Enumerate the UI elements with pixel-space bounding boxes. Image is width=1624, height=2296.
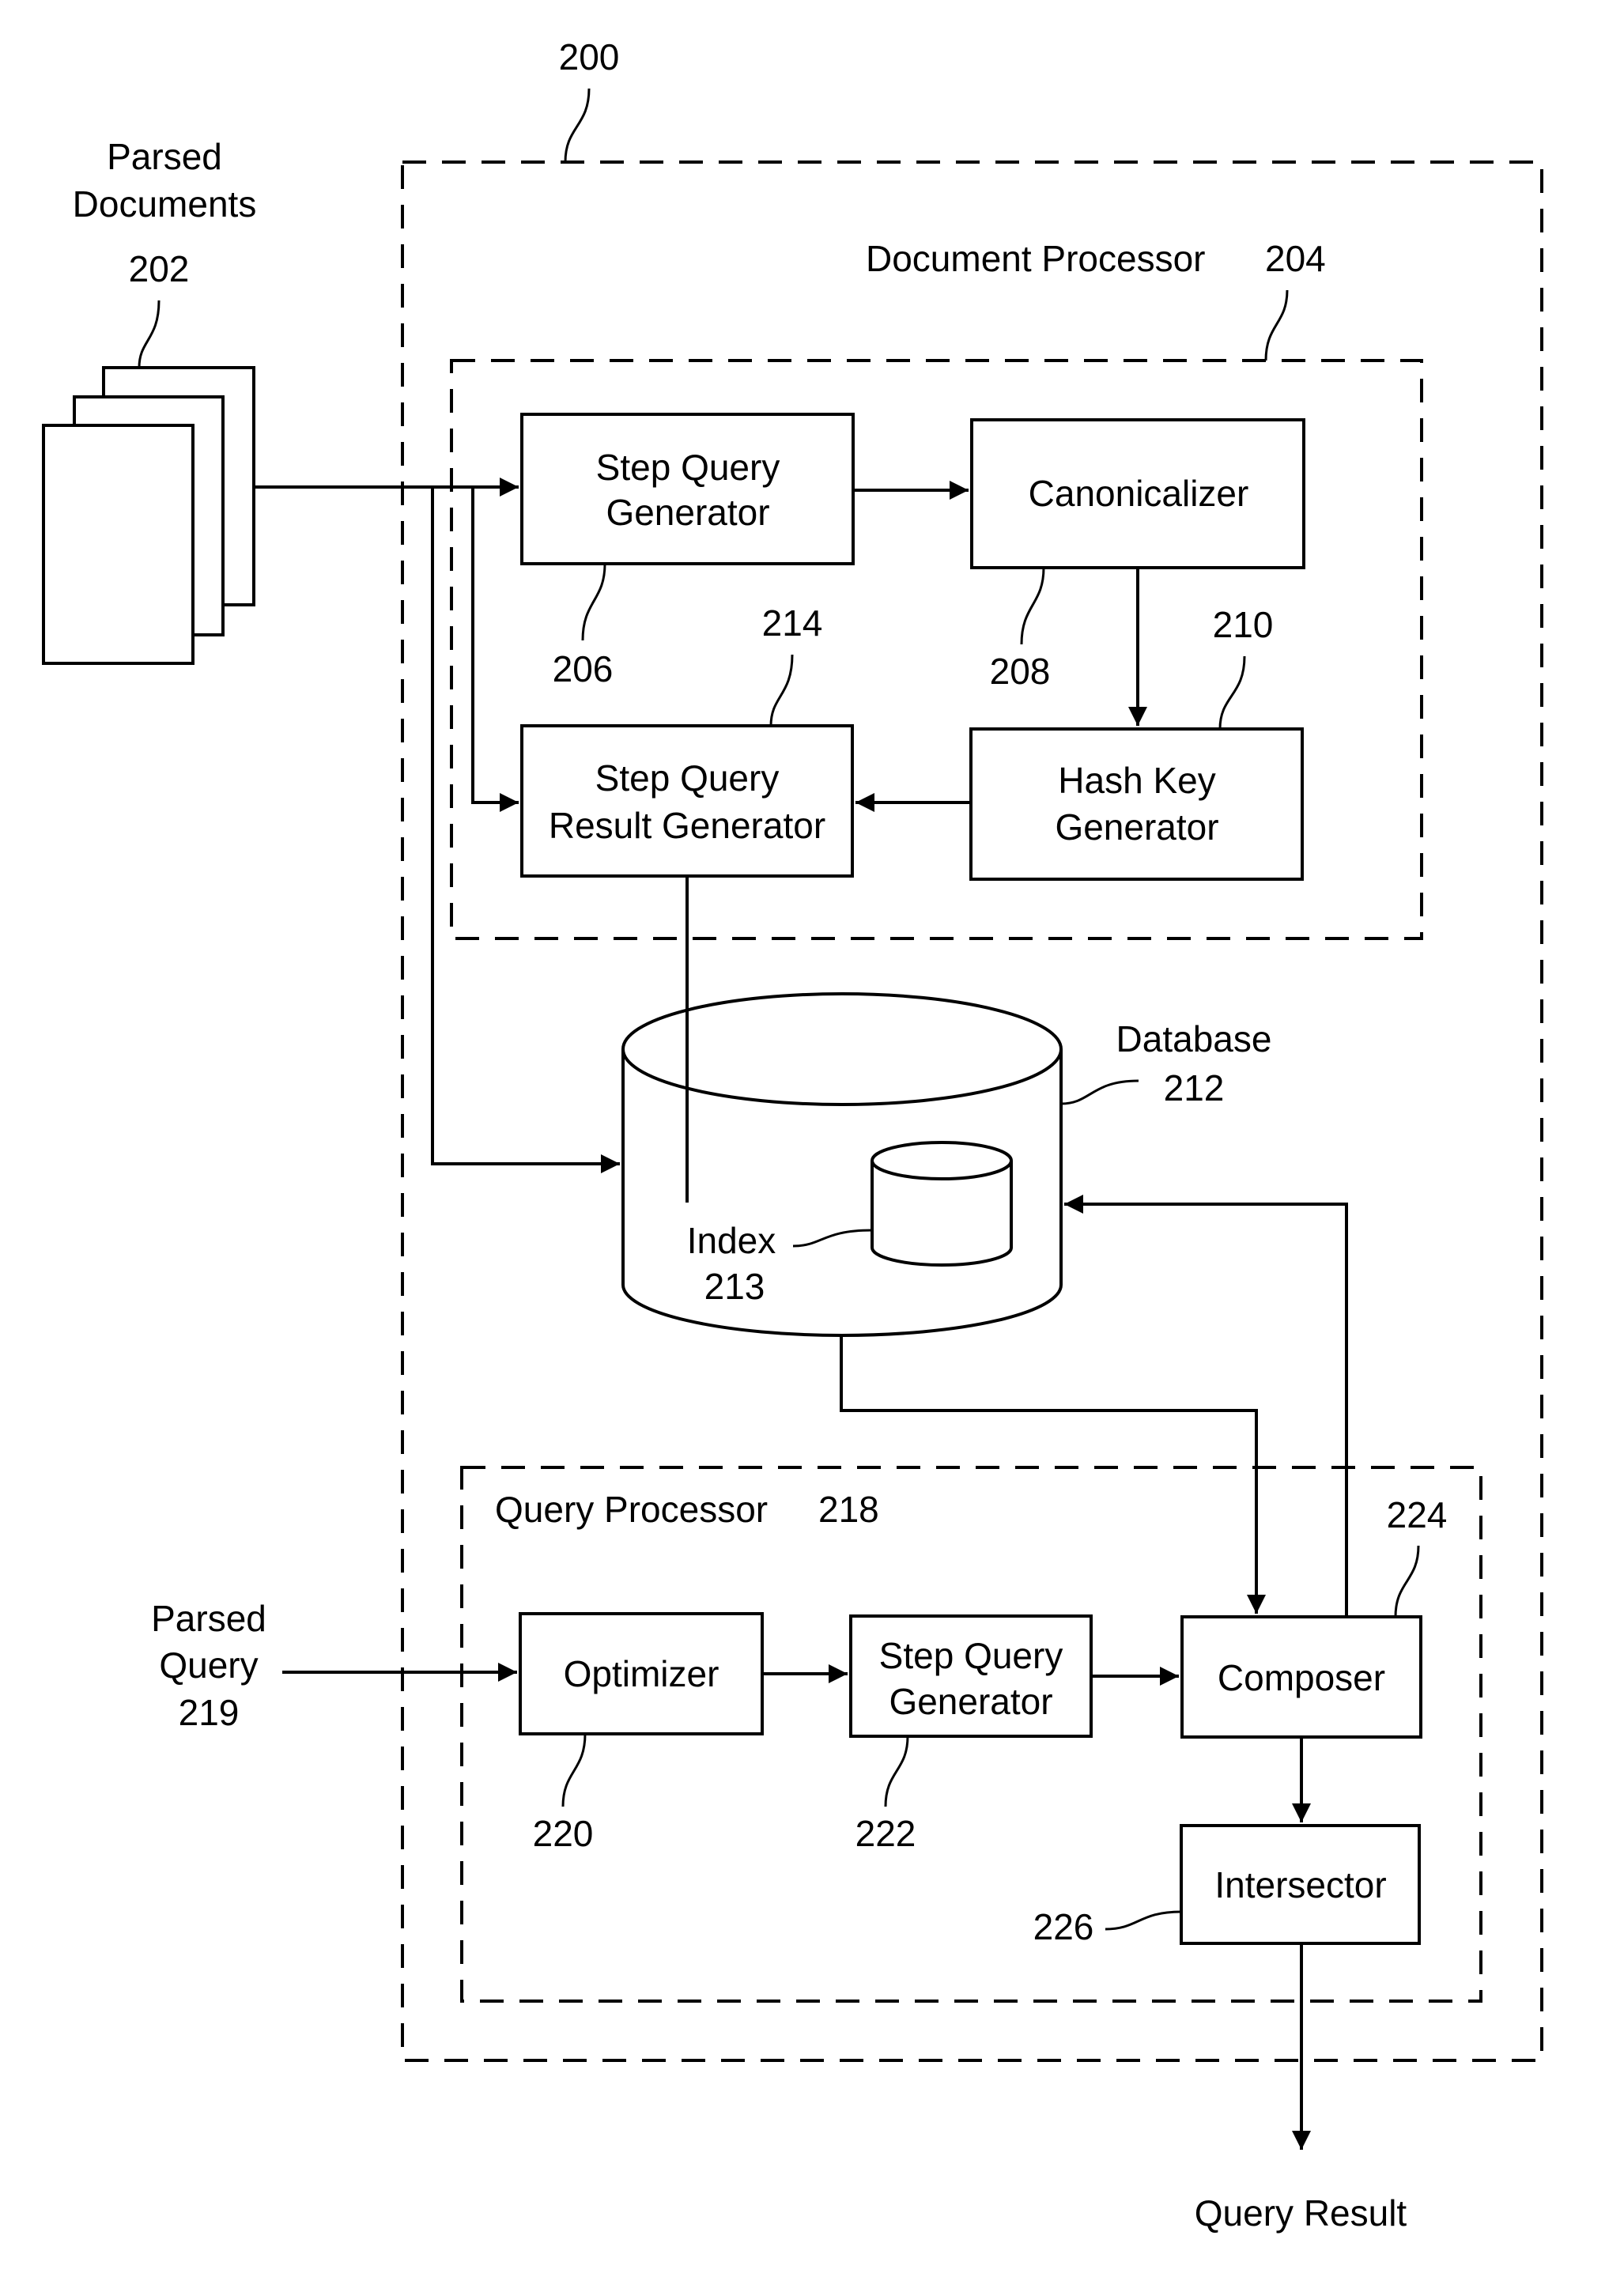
database-to-composer-arrow xyxy=(840,1335,1266,1614)
sqrg-ref: 214 xyxy=(762,602,823,644)
sqg-doc-ref: 206 xyxy=(553,648,614,689)
database-leader xyxy=(1060,1079,1139,1105)
hash-key-label-line2: Generator xyxy=(1055,806,1218,848)
system-ref-label: 200 xyxy=(559,36,620,77)
parsed-query-label-line1: Parsed xyxy=(151,1598,266,1639)
database-ref: 212 xyxy=(1164,1067,1225,1108)
parsed-documents-leader xyxy=(138,300,161,368)
document-processor-label: Document Processor xyxy=(866,238,1206,279)
document-processor-leader xyxy=(1264,289,1289,361)
intersector-block[interactable]: Intersector xyxy=(1180,1824,1421,1945)
sqrg-label-line1: Step Query xyxy=(595,757,780,799)
canonicalizer-leader xyxy=(1020,567,1045,645)
sqg-query-ref: 222 xyxy=(855,1813,916,1854)
intersector-ref: 226 xyxy=(1033,1906,1094,1947)
index-ref: 213 xyxy=(704,1266,765,1307)
docs-to-sqrg-arrow xyxy=(471,487,519,812)
system-ref-leader xyxy=(564,88,591,163)
document-stack-icon xyxy=(42,366,255,665)
index-cylinder[interactable] xyxy=(871,1141,1013,1267)
composer-ref: 224 xyxy=(1387,1494,1448,1535)
index-label: Index xyxy=(687,1220,776,1261)
document-processor-ref: 204 xyxy=(1265,238,1326,279)
composer-label: Composer xyxy=(1218,1657,1385,1698)
optimizer-leader xyxy=(561,1733,587,1807)
sqg-query-label-line2: Generator xyxy=(889,1681,1052,1722)
sqg-doc-label-line2: Generator xyxy=(606,492,769,533)
composer-block[interactable]: Composer xyxy=(1180,1615,1422,1739)
query-processor-label: Query Processor xyxy=(495,1489,768,1530)
query-result-label: Query Result xyxy=(1195,2192,1407,2234)
composer-leader xyxy=(1394,1545,1420,1618)
optimizer-ref: 220 xyxy=(533,1813,594,1854)
optimizer-block[interactable]: Optimizer xyxy=(519,1612,764,1735)
sqrg-label-line2: Result Generator xyxy=(549,805,825,846)
intersector-label: Intersector xyxy=(1214,1864,1386,1905)
parsed-documents-ref: 202 xyxy=(129,248,190,289)
parsed-documents-label-line2: Documents xyxy=(73,183,257,225)
step-query-generator-doc-block[interactable]: Step Query Generator xyxy=(520,413,855,565)
sqg-doc-label-line1: Step Query xyxy=(596,447,780,488)
hash-key-generator-block[interactable]: Hash Key Generator xyxy=(969,727,1304,881)
step-query-generator-query-block[interactable]: Step Query Generator xyxy=(849,1614,1093,1738)
sqrg-leader xyxy=(769,654,794,727)
query-processor-ref: 218 xyxy=(818,1489,879,1530)
sqg-query-leader xyxy=(884,1735,909,1807)
step-query-result-generator-block[interactable]: Step Query Result Generator xyxy=(520,724,854,878)
sqg-query-label-line1: Step Query xyxy=(879,1635,1063,1676)
canonicalizer-label: Canonicalizer xyxy=(1029,473,1249,514)
hash-key-generator-leader xyxy=(1218,655,1246,730)
hash-key-generator-ref: 210 xyxy=(1213,604,1274,645)
parsed-query-label-line2: Query xyxy=(159,1645,258,1686)
parsed-documents-label-line1: Parsed xyxy=(107,136,222,177)
optimizer-label: Optimizer xyxy=(564,1653,719,1694)
canonicalizer-block[interactable]: Canonicalizer xyxy=(970,418,1305,569)
canonicalizer-ref: 208 xyxy=(990,651,1051,692)
parsed-query-ref: 219 xyxy=(179,1692,240,1733)
sqg-doc-leader xyxy=(581,563,606,641)
hash-key-label-line1: Hash Key xyxy=(1058,760,1215,801)
database-label: Database xyxy=(1116,1018,1272,1059)
intersector-leader xyxy=(1105,1910,1182,1931)
system-diagram: 200 Parsed Documents 202 Document Proces… xyxy=(42,36,1543,2234)
